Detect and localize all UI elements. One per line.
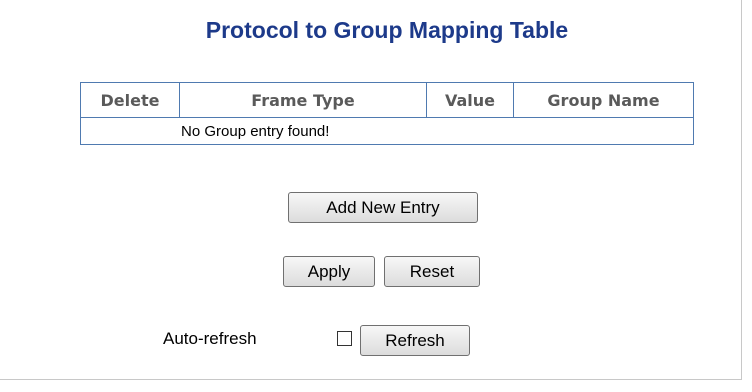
column-header-frame-type: Frame Type	[179, 82, 427, 118]
refresh-button[interactable]: Refresh	[360, 325, 470, 356]
auto-refresh-label: Auto-refresh	[163, 329, 257, 348]
auto-refresh-checkbox[interactable]	[337, 331, 352, 346]
page-title: Protocol to Group Mapping Table	[205, 17, 569, 43]
content-frame: Protocol to Group Mapping Table Delete F…	[0, 0, 742, 380]
table-header-row: Delete Frame Type Value Group Name	[80, 82, 694, 118]
column-header-group-name: Group Name	[513, 82, 694, 118]
reset-button[interactable]: Reset	[384, 256, 480, 287]
add-new-entry-button[interactable]: Add New Entry	[288, 192, 478, 223]
column-header-delete: Delete	[80, 82, 180, 118]
table-row: No Group entry found!	[80, 117, 694, 145]
mapping-table: Delete Frame Type Value Group Name No Gr…	[80, 82, 694, 145]
column-header-value: Value	[426, 82, 514, 118]
empty-message: No Group entry found!	[80, 117, 694, 145]
apply-button[interactable]: Apply	[283, 256, 375, 287]
